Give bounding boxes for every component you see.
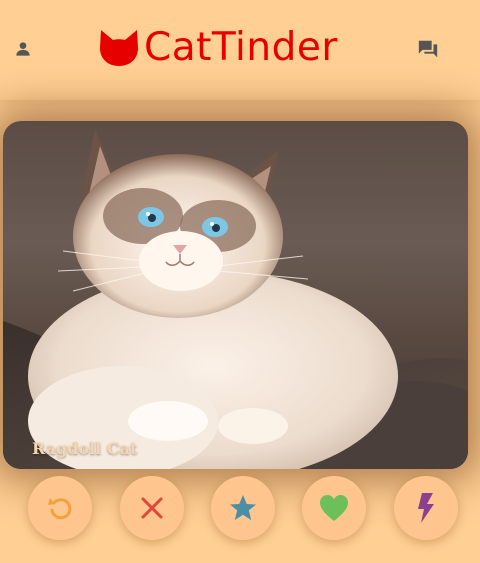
chat-bubbles-icon bbox=[418, 40, 438, 58]
boost-button[interactable] bbox=[394, 476, 458, 540]
star-icon bbox=[230, 495, 256, 520]
cat-name: Ragdoll Cat bbox=[32, 439, 138, 458]
undo-icon bbox=[48, 498, 72, 520]
nope-button[interactable] bbox=[120, 476, 184, 540]
top-bar: CatTinder bbox=[0, 0, 480, 100]
cat-photo bbox=[3, 129, 468, 469]
rewind-button[interactable] bbox=[28, 476, 92, 540]
like-button[interactable] bbox=[302, 476, 366, 540]
cat-head-icon bbox=[100, 30, 138, 66]
profile-card[interactable]: Ragdoll Cat bbox=[3, 121, 468, 469]
app-title: CatTinder bbox=[144, 25, 338, 70]
heart-icon bbox=[320, 495, 348, 521]
app-logo[interactable]: CatTinder bbox=[98, 22, 338, 74]
app-root: CatTinder Ragdoll Cat bbox=[0, 0, 480, 563]
person-icon bbox=[16, 42, 30, 56]
super-like-button[interactable] bbox=[211, 476, 275, 540]
lightning-icon bbox=[418, 493, 434, 523]
messages-button[interactable] bbox=[408, 29, 448, 69]
profile-button[interactable] bbox=[3, 29, 43, 69]
close-icon bbox=[141, 497, 163, 519]
